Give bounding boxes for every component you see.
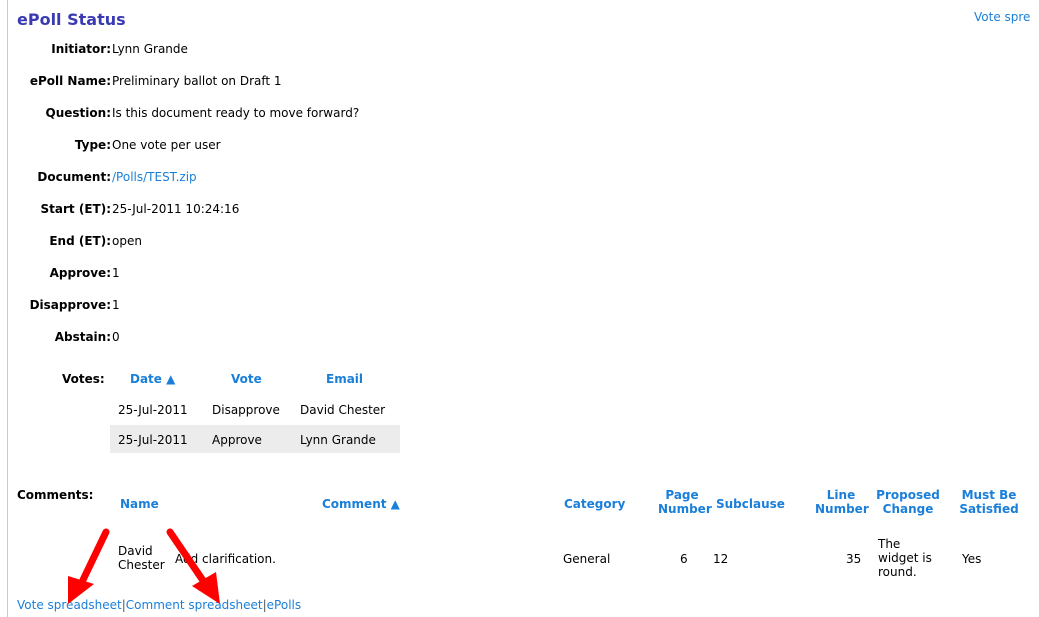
votes-row-1-date: 25-Jul-2011 <box>118 403 188 417</box>
comment-row-1-line-number: 35 <box>846 552 862 566</box>
field-value: 1 <box>112 298 120 312</box>
comments-header-must-be-satisfied[interactable]: Must Be Satisfied <box>958 488 1020 516</box>
name-line: Chester <box>118 558 165 572</box>
votes-row-1-email: David Chester <box>300 403 386 417</box>
comment-row-1-must-be-satisfied: Yes <box>962 552 982 566</box>
field-label: Document: <box>37 170 111 184</box>
field-start: Start (ET): 25-Jul-2011 10:24:16 <box>0 202 700 218</box>
field-value: 25-Jul-2011 10:24:16 <box>112 202 240 216</box>
field-label: Abstain: <box>54 330 111 344</box>
field-disapprove: Disapprove: 1 <box>0 298 700 314</box>
field-question: Question: Is this document ready to move… <box>0 106 700 122</box>
votes-header-email[interactable]: Email <box>326 372 363 386</box>
comment-row-1-category: General <box>563 552 611 566</box>
proposed-line: widget is <box>878 551 932 565</box>
field-label: Question: <box>45 106 111 120</box>
comments-header-subclause[interactable]: Subclause <box>716 497 785 511</box>
field-value: 1 <box>112 266 120 280</box>
header-line: Page <box>665 488 699 502</box>
field-value: Preliminary ballot on Draft 1 <box>112 74 282 88</box>
header-line: Number <box>658 502 712 516</box>
field-label: Approve: <box>49 266 111 280</box>
header-line: Proposed <box>876 488 940 502</box>
vote-spreadsheet-link-top[interactable]: Vote spre <box>974 10 1030 24</box>
field-label: Disapprove: <box>29 298 111 312</box>
field-label: End (ET): <box>49 234 111 248</box>
field-label: Initiator: <box>51 42 111 56</box>
header-line: Must Be <box>961 488 1017 502</box>
comment-row-1-page-number: 6 <box>680 552 688 566</box>
name-line: David <box>118 544 153 558</box>
field-value: open <box>112 234 142 248</box>
comments-label: Comments: <box>17 488 94 502</box>
header-line: Line <box>826 488 856 502</box>
red-arrow-icon <box>68 528 110 604</box>
votes-row-2-vote: Approve <box>212 433 262 447</box>
field-epoll-name: ePoll Name: Preliminary ballot on Draft … <box>0 74 700 90</box>
field-type: Type: One vote per user <box>0 138 700 154</box>
field-approve: Approve: 1 <box>0 266 700 282</box>
comments-header-category[interactable]: Category <box>564 497 625 511</box>
comments-header-line-number[interactable]: Line Number <box>815 488 869 516</box>
votes-header-vote[interactable]: Vote <box>231 372 262 386</box>
field-value: Is this document ready to move forward? <box>112 106 360 120</box>
page-title: ePoll Status <box>17 10 126 29</box>
comments-header-name[interactable]: Name <box>120 497 159 511</box>
comments-header-comment[interactable]: Comment ▲ <box>322 497 400 511</box>
field-value: One vote per user <box>112 138 221 152</box>
header-line: Change <box>882 502 934 516</box>
epolls-link[interactable]: ePolls <box>267 598 301 612</box>
red-arrow-icon <box>166 528 220 604</box>
comments-header-proposed-change[interactable]: Proposed Change <box>876 488 940 516</box>
comment-row-1-proposed-change: The widget is round. <box>878 537 932 579</box>
proposed-line: The <box>878 537 901 551</box>
field-end: End (ET): open <box>0 234 700 250</box>
comment-row-1-subclause: 12 <box>713 552 729 566</box>
comments-header-page-number[interactable]: Page Number <box>658 488 712 516</box>
field-abstain: Abstain: 0 <box>0 330 700 346</box>
field-value: Lynn Grande <box>112 42 188 56</box>
votes-row-2-date: 25-Jul-2011 <box>118 433 188 447</box>
header-line: Satisfied <box>959 502 1019 516</box>
proposed-line: round. <box>878 565 917 579</box>
field-label: Type: <box>74 138 111 152</box>
field-initiator: Initiator: Lynn Grande <box>0 42 700 58</box>
votes-row-2-email: Lynn Grande <box>300 433 376 447</box>
votes-header-date[interactable]: Date ▲ <box>130 372 175 386</box>
document-link[interactable]: /Polls/TEST.zip <box>112 170 197 184</box>
header-line: Number <box>815 502 869 516</box>
field-value: 0 <box>112 330 120 344</box>
comment-row-1-name: David Chester <box>118 544 165 572</box>
field-label: ePoll Name: <box>29 74 111 88</box>
votes-row-1-vote: Disapprove <box>212 403 280 417</box>
votes-label: Votes: <box>62 372 105 386</box>
field-document: Document: /Polls/TEST.zip <box>0 170 700 186</box>
field-label: Start (ET): <box>40 202 111 216</box>
